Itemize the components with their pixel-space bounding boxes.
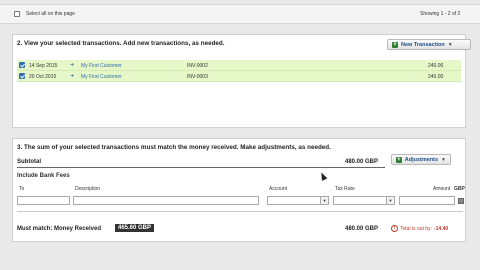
select-all-checkbox[interactable] [14,11,20,17]
plus-icon: + [392,41,398,48]
description-field[interactable] [73,196,259,205]
total-value: 480.00 GBP [345,226,379,232]
pagination-status: Showing 1 - 2 of 2 [420,11,461,17]
transaction-checkbox[interactable] [19,73,25,79]
transaction-row[interactable]: 20 Oct 2015 ➜ My First Customer INV-0003… [17,71,461,82]
new-transaction-button[interactable]: + New Transaction ▼ [387,39,471,50]
column-currency: GBP [454,186,465,192]
amount-field[interactable] [399,196,455,205]
subtotal-divider [17,167,385,168]
subtotal-label: Subtotal [17,159,41,165]
remove-row-icon[interactable] [458,198,464,204]
adjustments-label: Adjustments [404,156,439,163]
adjustments-button[interactable]: + Adjustments ▼ [391,154,451,165]
chevron-down-icon: ▼ [447,41,453,48]
transaction-row[interactable]: 14 Sep 2015 ➜ My First Customer INV-0002… [17,60,461,71]
to-field[interactable] [17,196,70,205]
column-description: Description [75,186,101,192]
select-all-bar: Select all on this page Showing 1 - 2 of… [0,4,480,24]
arrow-right-icon: ➜ [70,62,75,68]
transaction-invoice: INV-0002 [187,63,208,69]
arrow-right-icon: ➜ [70,73,75,79]
transaction-amount: 240.00 [428,63,444,69]
section-2-heading: 2. View your selected transactions. Add … [17,40,225,47]
warning-icon: ! [391,225,398,232]
tax-rate-select[interactable]: ▼ [333,196,395,205]
column-account: Account [269,186,288,192]
out-by-value: -14.40 [433,225,449,232]
transaction-amount: 240.00 [428,74,444,80]
bank-fees-label: Include Bank Fees [17,173,70,179]
new-transaction-label: New Transaction [401,41,445,48]
transaction-customer[interactable]: My First Customer [81,74,122,80]
money-received-badge: 465.60 GBP [115,224,155,232]
chevron-down-icon: ▼ [441,156,446,163]
section-3-heading: 3. The sum of your selected transactions… [17,144,331,151]
out-by-warning: ! Total is out by: -14.40 [391,225,448,232]
chevron-down-icon: ▼ [320,197,328,204]
fees-divider [17,211,463,212]
out-by-label: Total is out by: [400,225,432,232]
select-all-label: Select all on this page [26,11,75,17]
selected-transactions-panel: 2. View your selected transactions. Add … [12,34,471,128]
reconcile-summary-panel: 3. The sum of your selected transactions… [12,138,466,242]
transaction-invoice: INV-0003 [187,74,208,80]
transaction-date: 14 Sep 2015 [29,63,58,69]
account-select[interactable]: ▼ [267,196,329,205]
plus-icon: + [396,156,402,163]
column-tax-rate: Tax Rate [335,186,355,192]
column-amount: Amount [433,186,451,192]
transaction-checkbox[interactable] [19,62,25,68]
column-to: To [19,186,25,192]
transaction-customer[interactable]: My First Customer [81,63,122,69]
subtotal-value: 480.00 GBP [345,159,379,165]
transaction-date: 20 Oct 2015 [29,74,57,80]
chevron-down-icon: ▼ [386,197,394,204]
must-match-label: Must match: Money Received [17,226,102,232]
